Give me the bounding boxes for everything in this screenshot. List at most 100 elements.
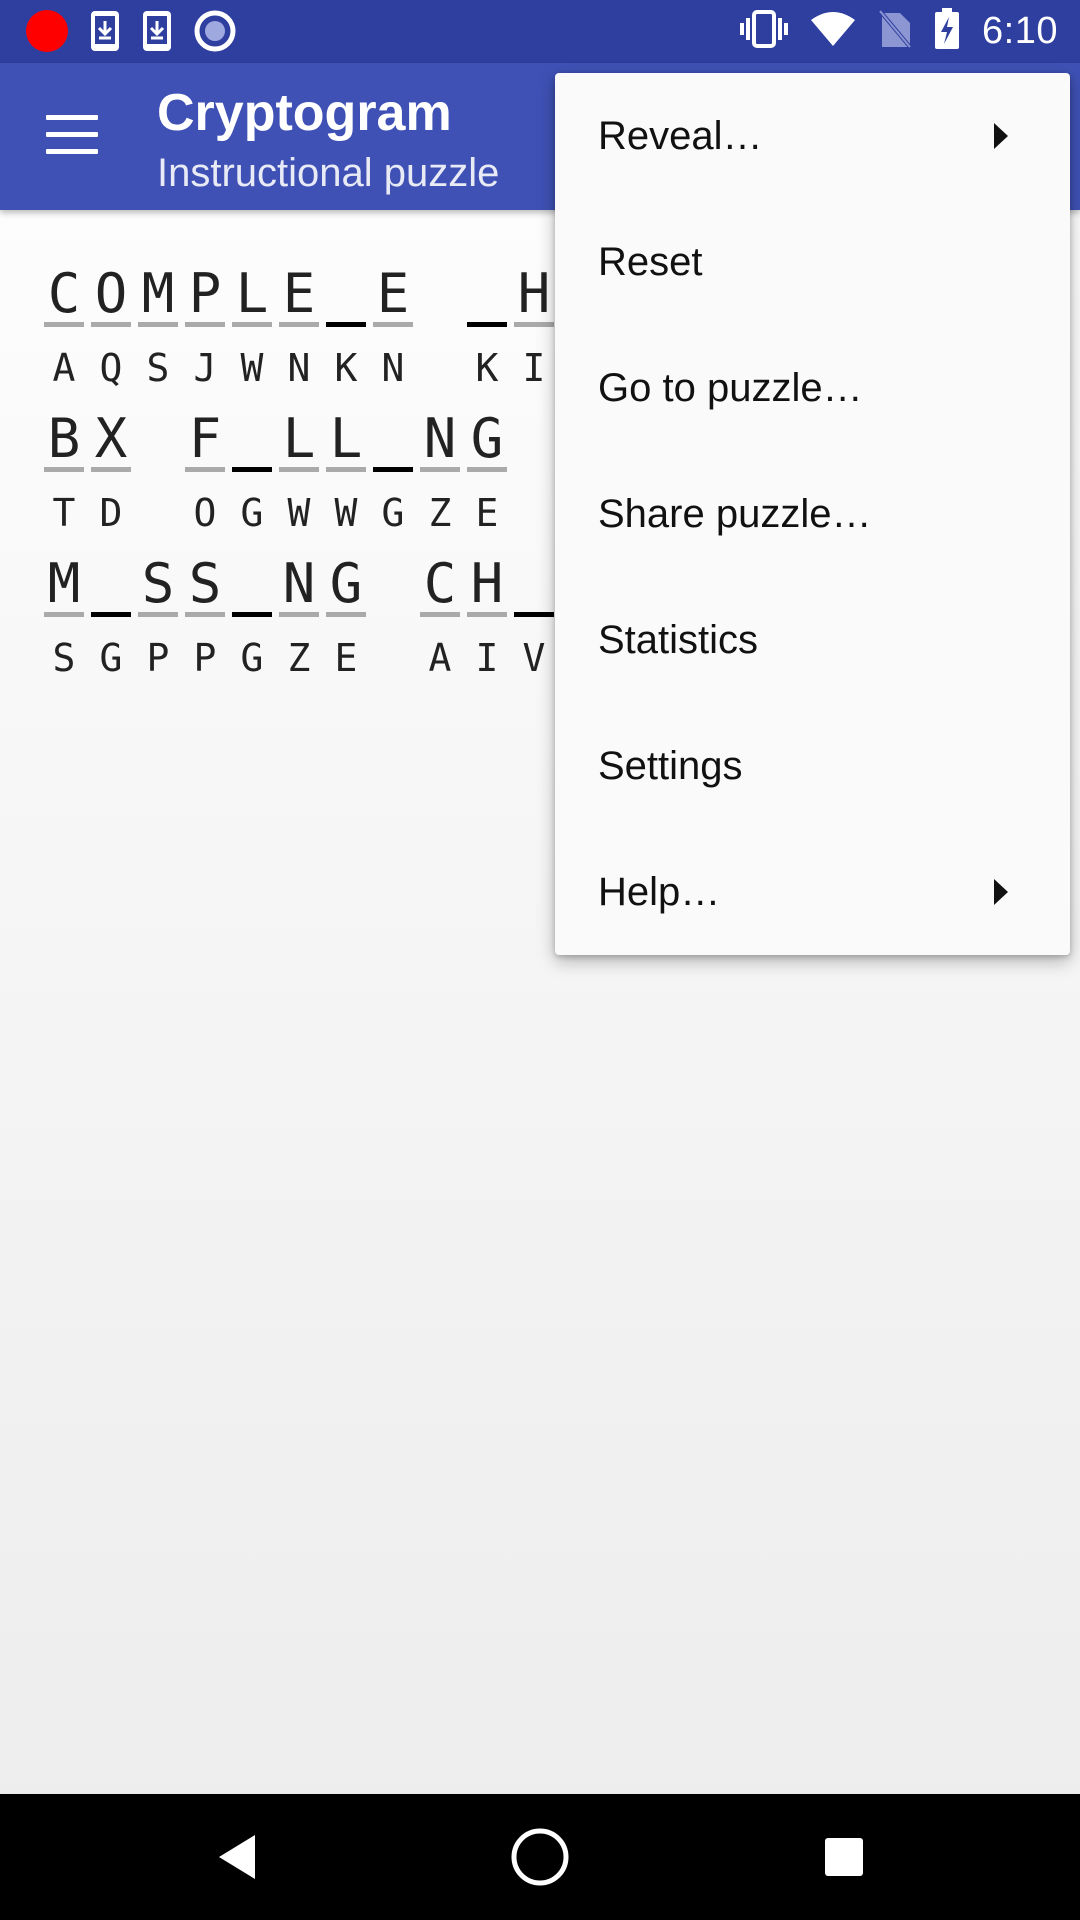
cipher-letter: J	[193, 346, 217, 390]
plain-letter: H	[470, 552, 504, 615]
puzzle-word: CAOQMSPJLWENKEN	[44, 260, 420, 390]
plain-letter: C	[47, 262, 81, 325]
menu-item-settings[interactable]: Settings	[555, 703, 1070, 829]
cipher-letter: S	[146, 346, 170, 390]
letter-underline	[91, 612, 131, 617]
menu-item-label: Statistics	[598, 617, 759, 662]
letter-underline	[185, 322, 225, 327]
menu-item-statistics[interactable]: Statistics	[555, 577, 1070, 703]
puzzle-letter-cell[interactable]: G	[91, 550, 138, 680]
download-icon	[90, 10, 120, 52]
letter-underline	[326, 322, 366, 327]
menu-item-label: Share puzzle…	[598, 491, 872, 536]
cipher-letter: I	[522, 346, 546, 390]
puzzle-letter-cell[interactable]: BT	[44, 405, 91, 535]
menu-item-help[interactable]: Help…	[555, 829, 1070, 955]
cipher-letter: V	[522, 636, 546, 680]
puzzle-letter-cell[interactable]: HI	[514, 260, 561, 390]
letter-underline	[326, 612, 366, 617]
cipher-letter: Z	[428, 491, 452, 535]
plain-letter: G	[470, 407, 504, 470]
letter-underline	[44, 467, 84, 472]
puzzle-letter-cell[interactable]: G	[232, 550, 279, 680]
puzzle-letter-cell[interactable]: MS	[44, 550, 91, 680]
letter-underline	[279, 322, 319, 327]
plain-letter: E	[376, 262, 410, 325]
puzzle-letter-cell[interactable]: GE	[326, 550, 373, 680]
puzzle-letter-cell[interactable]: XD	[91, 405, 138, 535]
plain-letter: E	[282, 262, 316, 325]
menu-item-go-to-puzzle[interactable]: Go to puzzle…	[555, 325, 1070, 451]
plain-letter: S	[141, 552, 175, 615]
puzzle-letter-cell[interactable]: HI	[467, 550, 514, 680]
cipher-letter: A	[52, 346, 76, 390]
menu-item-share-puzzle[interactable]: Share puzzle…	[555, 451, 1070, 577]
puzzle-letter-cell[interactable]: NZ	[279, 550, 326, 680]
overflow-menu: Reveal… Reset Go to puzzle… Share puzzle…	[555, 73, 1070, 955]
wifi-icon	[810, 10, 856, 53]
plain-letter: P	[188, 262, 222, 325]
letter-underline	[514, 612, 554, 617]
puzzle-letter-cell[interactable]: LW	[279, 405, 326, 535]
plain-letter: L	[282, 407, 316, 470]
letter-underline	[91, 467, 131, 472]
puzzle-letter-cell[interactable]: K	[326, 260, 373, 390]
recents-icon[interactable]	[764, 1794, 924, 1920]
clock: 6:10	[982, 9, 1058, 52]
puzzle-letter-cell[interactable]: EN	[279, 260, 326, 390]
download-icon	[142, 10, 172, 52]
home-icon[interactable]	[460, 1794, 620, 1920]
battery-charging-icon	[934, 7, 960, 55]
menu-item-reveal[interactable]: Reveal…	[555, 73, 1070, 199]
puzzle-letter-cell[interactable]: CA	[420, 550, 467, 680]
plain-letter: M	[141, 262, 175, 325]
cipher-letter: E	[334, 636, 358, 680]
letter-underline	[185, 612, 225, 617]
puzzle-letter-cell[interactable]: GE	[467, 405, 514, 535]
letter-underline	[279, 467, 319, 472]
puzzle-letter-cell[interactable]: EN	[373, 260, 420, 390]
plain-letter: B	[47, 407, 81, 470]
back-icon[interactable]	[157, 1794, 317, 1920]
vibrate-icon	[740, 9, 789, 53]
puzzle-letter-cell[interactable]: SP	[138, 550, 185, 680]
puzzle-letter-cell[interactable]: G	[373, 405, 420, 535]
cipher-letter: P	[146, 636, 170, 680]
record-icon	[26, 10, 68, 52]
puzzle-letter-cell[interactable]: NZ	[420, 405, 467, 535]
puzzle-word: BTXD	[44, 405, 138, 535]
puzzle-letter-cell[interactable]: PJ	[185, 260, 232, 390]
plain-letter: S	[188, 552, 222, 615]
puzzle-letter-cell[interactable]: FO	[185, 405, 232, 535]
puzzle-letter-cell[interactable]: LW	[232, 260, 279, 390]
hamburger-menu-icon[interactable]	[46, 115, 98, 155]
puzzle-letter-cell[interactable]: LW	[326, 405, 373, 535]
puzzle-letter-cell[interactable]: SP	[185, 550, 232, 680]
cipher-letter: S	[52, 636, 76, 680]
letter-underline	[232, 322, 272, 327]
letter-underline	[420, 612, 460, 617]
letter-underline	[373, 322, 413, 327]
submenu-arrow-icon	[994, 879, 1008, 905]
cipher-letter: W	[287, 491, 311, 535]
puzzle-letter-cell[interactable]: OQ	[91, 260, 138, 390]
letter-underline	[91, 322, 131, 327]
puzzle-letter-cell[interactable]: CA	[44, 260, 91, 390]
plain-letter: N	[423, 407, 457, 470]
menu-item-label: Settings	[598, 743, 743, 788]
letter-underline	[44, 612, 84, 617]
puzzle-letter-cell[interactable]: V	[514, 550, 561, 680]
puzzle-word: KHI	[467, 260, 561, 390]
puzzle-letter-cell[interactable]: MS	[138, 260, 185, 390]
puzzle-letter-cell[interactable]: K	[467, 260, 514, 390]
cipher-letter: I	[475, 636, 499, 680]
disc-icon	[194, 10, 236, 52]
cipher-letter: Z	[287, 636, 311, 680]
plain-letter: N	[282, 552, 316, 615]
cipher-letter: T	[52, 491, 76, 535]
menu-item-reset[interactable]: Reset	[555, 199, 1070, 325]
plain-letter: X	[94, 407, 128, 470]
letter-underline	[232, 467, 272, 472]
puzzle-letter-cell[interactable]: G	[232, 405, 279, 535]
letter-underline	[138, 322, 178, 327]
